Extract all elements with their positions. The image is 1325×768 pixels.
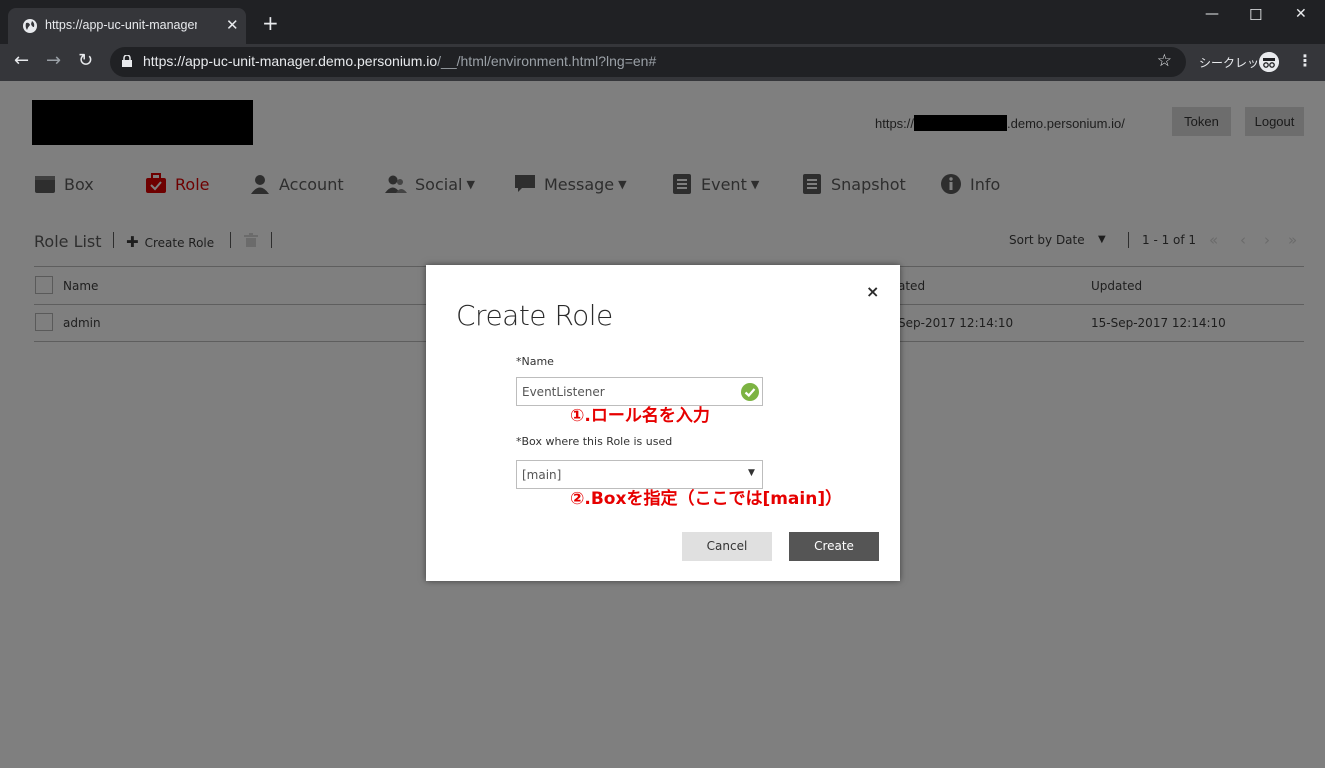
menu-snapshot-label: Snapshot: [831, 174, 906, 194]
browser-tab[interactable]: https://app-uc-unit-manager.demo.personi…: [8, 8, 246, 44]
name-label: *Name: [516, 355, 554, 368]
divider: [1128, 232, 1129, 248]
check-circle-icon: [741, 383, 759, 401]
next-page-icon[interactable]: ›: [1264, 231, 1270, 249]
trash-icon[interactable]: [243, 232, 259, 248]
menu-event[interactable]: Event ▼: [671, 173, 759, 195]
lock-icon: [122, 55, 132, 67]
create-role-label: Create Role: [144, 236, 215, 250]
chevron-down-icon: ▼: [750, 177, 760, 191]
browser-menu-icon[interactable]: ⋮: [1297, 51, 1313, 70]
message-icon: [515, 175, 535, 192]
divider: [230, 232, 231, 248]
create-role-dialog: Create Role × *Name EventListener ①.ロール名…: [426, 265, 900, 581]
menu-role[interactable]: Role: [145, 173, 209, 195]
unit-url-prefix: https://: [875, 116, 915, 131]
menu-account-label: Account: [279, 174, 344, 194]
url-host: https://app-uc-unit-manager.demo.personi…: [143, 53, 438, 69]
close-icon[interactable]: ×: [866, 282, 879, 301]
close-window-icon[interactable]: ✕: [1295, 6, 1307, 22]
select-all-checkbox[interactable]: [35, 276, 53, 294]
annotation-1: ①.ロール名を入力: [570, 406, 710, 426]
column-updated[interactable]: Updated: [1091, 279, 1142, 293]
chevron-down-icon: ▼: [748, 468, 755, 478]
divider: [113, 232, 114, 248]
browser-chrome: https://app-uc-unit-manager.demo.personi…: [0, 0, 1325, 81]
annotation-2: ②.Boxを指定（ここでは[main]）: [570, 489, 843, 509]
menu-social[interactable]: Social ▼: [385, 173, 475, 195]
role-list-title: Role List: [34, 232, 102, 251]
person-icon: [251, 175, 269, 194]
box-label: *Box where this Role is used: [516, 435, 673, 448]
maximize-icon[interactable]: ☐: [1249, 6, 1262, 24]
box-select-value: [main]: [522, 468, 562, 482]
minimize-icon[interactable]: —: [1205, 6, 1219, 22]
dialog-title: Create Role: [456, 299, 613, 332]
token-button[interactable]: Token: [1172, 107, 1231, 136]
column-name[interactable]: Name: [63, 279, 98, 293]
unit-name-redacted: [914, 115, 1008, 131]
row-created: Sep-2017 12:14:10: [898, 316, 1014, 330]
bookmark-star-icon[interactable]: ☆: [1157, 51, 1172, 71]
menu-role-label: Role: [175, 174, 210, 194]
new-tab-button[interactable]: +: [262, 13, 279, 33]
forward-icon[interactable]: →: [46, 50, 61, 72]
sort-dropdown[interactable]: Sort by Date: [1009, 233, 1085, 247]
menu-box-label: Box: [64, 174, 94, 194]
tab-title: https://app-uc-unit-manager.demo.personi…: [45, 18, 197, 32]
first-page-icon[interactable]: «: [1209, 231, 1218, 249]
incognito-icon: [1259, 52, 1279, 72]
menu-message[interactable]: Message ▼: [514, 173, 627, 195]
cancel-button[interactable]: Cancel: [682, 532, 772, 561]
box-icon: [35, 176, 55, 193]
create-button[interactable]: Create: [789, 532, 879, 561]
plus-icon: ✚: [126, 233, 139, 251]
menu-social-label: Social: [415, 174, 463, 194]
menu-snapshot[interactable]: Snapshot: [801, 173, 906, 195]
unit-url-suffix: .demo.personium.io/: [1007, 116, 1125, 131]
column-created[interactable]: ated: [898, 279, 925, 293]
row-checkbox[interactable]: [35, 313, 53, 331]
row-name[interactable]: admin: [63, 316, 101, 330]
reload-icon[interactable]: ↻: [78, 50, 93, 72]
last-page-icon[interactable]: »: [1288, 231, 1297, 249]
back-icon[interactable]: ←: [14, 50, 29, 72]
divider: [271, 232, 272, 248]
prev-page-icon[interactable]: ‹: [1240, 231, 1246, 249]
row-updated: 15-Sep-2017 12:14:10: [1091, 316, 1226, 330]
menu-info-label: Info: [970, 174, 1001, 194]
social-people-icon: [385, 175, 407, 193]
url-path: /__/html/environment.html?lng=en#: [437, 53, 657, 69]
unit-url: https:// .demo.personium.io/: [875, 115, 1125, 131]
url-text: https://app-uc-unit-manager.demo.personi…: [143, 53, 656, 69]
menu-message-label: Message: [544, 174, 615, 194]
create-role-link[interactable]: ✚ Create Role: [126, 233, 214, 251]
menu-account[interactable]: Account: [249, 173, 344, 195]
menu-info[interactable]: Info: [940, 173, 1000, 195]
menu-event-label: Event: [701, 174, 747, 194]
role-list-toolbar: Role List ✚ Create Role Sort by Date ▼ 1 …: [34, 231, 1304, 262]
chevron-down-icon: ▼: [466, 177, 475, 191]
page-count: 1 - 1 of 1: [1142, 233, 1197, 247]
sort-caret-icon: ▼: [1098, 234, 1106, 245]
tab-close-icon[interactable]: ✕: [226, 16, 239, 34]
menu-box[interactable]: Box: [34, 173, 94, 195]
role-name-value: EventListener: [522, 385, 605, 399]
event-list-icon: [673, 174, 691, 194]
globe-icon: [23, 19, 37, 33]
role-badge-icon: [146, 173, 166, 193]
address-bar[interactable]: https://app-uc-unit-manager.demo.personi…: [110, 47, 1186, 77]
chevron-down-icon: ▼: [618, 177, 627, 191]
browser-toolbar: ← → ↻ https://app-uc-unit-manager.demo.p…: [0, 44, 1325, 81]
info-icon: [941, 174, 961, 194]
logo-redacted: [32, 100, 253, 145]
snapshot-icon: [803, 174, 821, 194]
logout-button[interactable]: Logout: [1245, 107, 1304, 136]
